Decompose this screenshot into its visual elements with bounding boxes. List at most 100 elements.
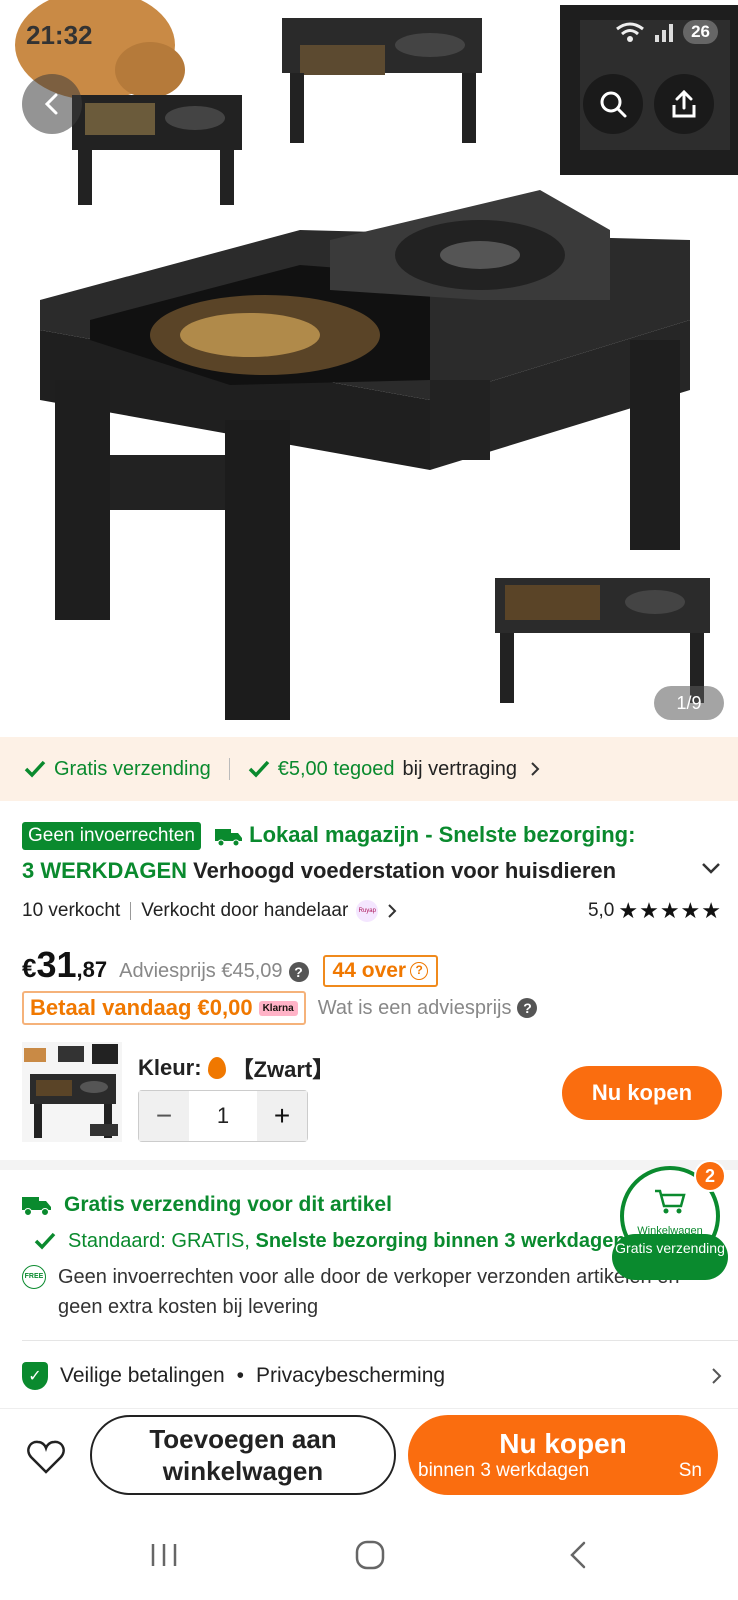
color-label-row: Kleur: 【Zwart】: [138, 1052, 334, 1084]
buy-now-subtitle: binnen 3 werkdagen Sn: [408, 1460, 718, 1482]
chevron-down-icon[interactable]: [700, 861, 722, 875]
variant-thumbnail[interactable]: [22, 1042, 122, 1142]
advies-price[interactable]: Adviesprijs €45,09?: [119, 960, 309, 983]
buy-now-button[interactable]: Nu kopen binnen 3 werkdagen Sn: [408, 1415, 718, 1495]
seller-logo: Ruyap: [356, 900, 379, 922]
search-icon: [600, 91, 627, 118]
heart-icon: [27, 1440, 65, 1474]
color-value: 【Zwart】: [231, 1057, 335, 1082]
shipping-title: Gratis verzending voor dit artikel: [64, 1193, 392, 1216]
sold-count: 10 verkocht: [22, 900, 121, 921]
status-bar: 21:32 26: [0, 0, 738, 60]
rating-stars: ★★★★★: [618, 898, 722, 923]
meta-divider: [130, 902, 132, 920]
product-meta-row: 10 verkocht Verkocht door handelaar Ruya…: [22, 895, 722, 927]
seller-text: Verkocht door handelaar: [141, 900, 349, 921]
recent-apps-icon: [151, 1544, 177, 1566]
divider: [22, 1340, 738, 1341]
stock-badge[interactable]: 44 over?: [322, 955, 439, 987]
credit-benefit[interactable]: €5,00 tegoed bij vertraging: [248, 758, 541, 781]
product-image-gallery[interactable]: 21:32 26 1/9: [0, 0, 738, 735]
cart-icon: [655, 1189, 686, 1214]
add-to-cart-button[interactable]: Toevoegen aan winkelwagen: [90, 1415, 396, 1495]
bottom-action-bar: Toevoegen aan winkelwagen Nu kopen binne…: [0, 1408, 738, 1508]
free-icon: FREE: [22, 1265, 46, 1289]
delivery-days: 3 WERKDAGEN: [22, 858, 188, 883]
variant-selector: Kleur: 【Zwart】 − 1 + Nu kopen: [22, 1042, 722, 1142]
question-icon: ?: [288, 961, 309, 982]
search-button[interactable]: [583, 74, 643, 134]
benefit-divider: [228, 758, 230, 780]
back-button[interactable]: [22, 74, 82, 134]
quantity-decrease-button[interactable]: −: [139, 1091, 189, 1141]
title-line-2: 3 WERKDAGEN Verhoogd voederstation voor …: [22, 853, 722, 889]
privacy-text: Privacybescherming: [256, 1364, 446, 1387]
back-arrow-icon: [570, 1541, 586, 1569]
price-row: €31,87 Adviesprijs €45,09? 44 over?: [22, 944, 439, 988]
advies-price-text: Adviesprijs €45,09: [119, 960, 283, 982]
chevron-right-icon: [531, 762, 540, 776]
chevron-left-icon: [44, 93, 58, 115]
quantity-increase-button[interactable]: +: [257, 1091, 307, 1141]
quantity-stepper: − 1 +: [138, 1090, 308, 1142]
standard-prefix: Standaard: GRATIS,: [68, 1230, 256, 1252]
dot-separator: •: [236, 1364, 244, 1387]
home-button[interactable]: [340, 1532, 400, 1578]
price-whole: 31: [36, 944, 77, 985]
rating-value: 5,0: [587, 900, 615, 921]
android-navigation-bar: [0, 1510, 738, 1600]
secure-payments-text: Veilige betalingen: [60, 1364, 225, 1387]
home-icon: [355, 1540, 385, 1570]
free-shipping-text: Gratis verzending: [54, 757, 211, 780]
shipping-benefits-strip[interactable]: Gratis verzending €5,00 tegoed bij vertr…: [0, 737, 738, 801]
title-line-1: Geen invoerrechten Lokaal magazijn - Sne…: [22, 817, 722, 853]
flame-icon: [207, 1057, 226, 1079]
product-page: 21:32 26 1/9 Gratis verzending €5,00 teg…: [0, 0, 738, 1600]
check-icon: [248, 760, 270, 778]
battery-indicator: 26: [683, 20, 718, 44]
price: €31,87: [22, 944, 107, 986]
variant-image: [24, 1044, 118, 1138]
free-shipping-pill: Gratis verzending: [612, 1234, 728, 1280]
what-is-advies-link[interactable]: Wat is een adviesprijs ?: [318, 997, 538, 1020]
standard-shipping-text: Standaard: GRATIS, Snelste bezorging bin…: [68, 1226, 626, 1256]
klarna-logo: Klarna: [258, 1000, 298, 1016]
check-icon: [34, 1232, 56, 1250]
shield-check-icon: ✓: [22, 1362, 48, 1390]
gallery-page-indicator: 1/9: [654, 686, 724, 720]
truck-icon: [22, 1197, 51, 1216]
credit-amount: €5,00 tegoed: [277, 757, 395, 780]
product-title-block[interactable]: Geen invoerrechten Lokaal magazijn - Sne…: [22, 817, 722, 889]
status-time: 21:32: [26, 20, 93, 50]
chevron-right-icon: [712, 1368, 722, 1384]
secure-payments-row[interactable]: ✓ Veilige betalingen • Privacybeschermin…: [22, 1356, 722, 1396]
seller-link[interactable]: Verkocht door handelaar Ruyap: [141, 900, 398, 922]
floating-cart-button[interactable]: Winkelwagen 2 Gratis verzending: [612, 1160, 728, 1288]
add-to-cart-line1: Toevoegen aan: [149, 1424, 337, 1454]
question-icon: ?: [517, 998, 538, 1018]
product-name: Verhoogd voederstation voor huisdieren: [193, 858, 617, 883]
truck-icon: [215, 829, 243, 847]
chevron-right-icon: [388, 904, 397, 918]
color-label: Kleur:: [138, 1055, 202, 1080]
no-duties-badge: Geen invoerrechten: [22, 822, 201, 851]
check-icon: [24, 760, 46, 778]
buy-now-small-button[interactable]: Nu kopen: [562, 1066, 722, 1120]
status-icons: 26: [615, 20, 718, 44]
what-is-advies-text: Wat is een adviesprijs: [317, 996, 512, 1019]
share-icon: [672, 89, 696, 118]
recent-apps-button[interactable]: [134, 1532, 194, 1578]
wishlist-button[interactable]: [24, 1435, 68, 1479]
add-to-cart-line2: winkelwagen: [162, 1456, 324, 1486]
quantity-value[interactable]: 1: [189, 1103, 257, 1129]
share-button[interactable]: [654, 74, 714, 134]
price-cents: ,87: [76, 957, 108, 982]
pay-row: Betaal vandaag €0,00 Klarna Wat is een a…: [22, 990, 538, 1026]
pay-today-badge[interactable]: Betaal vandaag €0,00 Klarna: [22, 991, 306, 1025]
signal-icon: [655, 24, 674, 42]
cart-count-badge: 2: [694, 1160, 726, 1192]
rating[interactable]: 5,0 ★★★★★: [588, 898, 722, 924]
pay-today-text: Betaal vandaag €0,00: [30, 995, 253, 1020]
back-nav-button[interactable]: [548, 1532, 608, 1578]
credit-suffix: bij vertraging: [402, 757, 518, 780]
